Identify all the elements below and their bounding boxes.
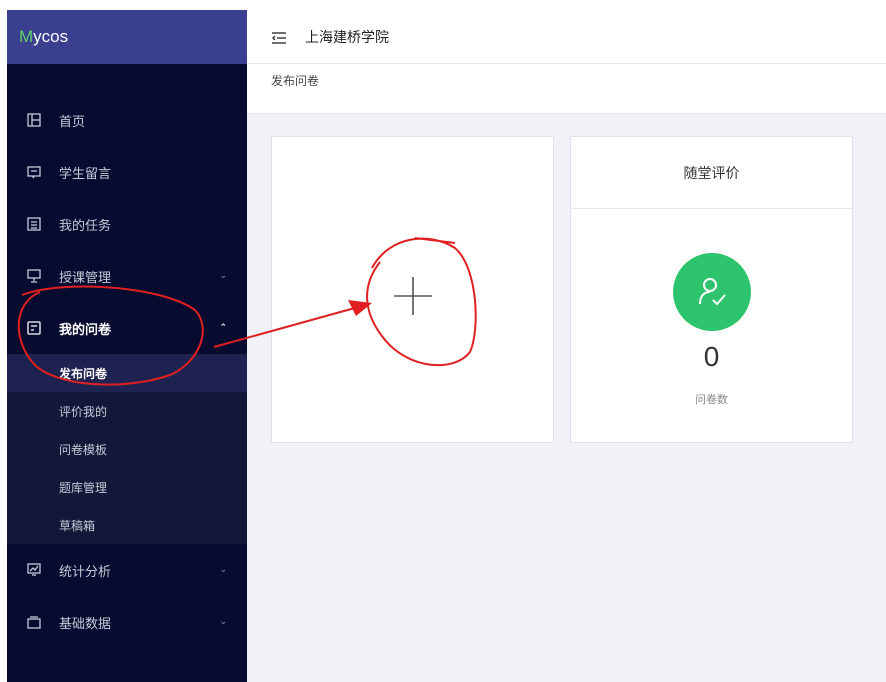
logo-letter-m: M [19, 27, 34, 46]
sidebar-item-label: 首页 [59, 114, 86, 130]
submenu-item-evaluate-me[interactable]: 评价我的 [7, 392, 247, 430]
chart-icon [27, 563, 41, 577]
main-content: 随堂评价 0 问卷数 [247, 114, 886, 682]
sidebar-item-label: 基础数据 [59, 616, 112, 632]
user-check-icon [673, 253, 751, 331]
sidebar-item-label: 学生留言 [59, 166, 112, 182]
survey-count: 0 [703, 341, 720, 372]
survey-submenu: 发布问卷 评价我的 问卷模板 题库管理 草稿箱 [7, 354, 247, 544]
submenu-item-question-bank[interactable]: 题库管理 [7, 468, 247, 506]
sidebar-item-label: 授课管理 [59, 270, 112, 286]
sidebar-item-statistics[interactable]: 统计分析 ⌄ [7, 544, 247, 596]
chevron-down-icon: ⌄ [219, 271, 227, 281]
sidebar: Mycos 首页 学生留言 我的任务 授课管理 ⌄ 我的问卷 ⌃ 发布问卷 评价… [7, 10, 247, 682]
breadcrumb-current: 发布问卷 [271, 74, 320, 88]
submenu-item-drafts[interactable]: 草稿箱 [7, 506, 247, 544]
top-header: 上海建桥学院 [247, 10, 886, 64]
sidebar-item-home[interactable]: 首页 [7, 94, 247, 146]
survey-count-label: 问卷数 [695, 393, 728, 406]
card-title: 随堂评价 [571, 137, 852, 209]
menu-collapse-icon[interactable] [271, 30, 287, 44]
logo-text: ycos [33, 27, 69, 46]
classroom-evaluation-card[interactable]: 随堂评价 0 问卷数 [570, 136, 853, 443]
sidebar-item-label: 统计分析 [59, 564, 112, 580]
presentation-icon [27, 269, 41, 283]
breadcrumb: 发布问卷 [247, 64, 886, 114]
layout-icon [27, 113, 41, 127]
add-survey-card[interactable] [271, 136, 554, 443]
calendar-icon [27, 217, 41, 231]
sidebar-item-label: 我的问卷 [59, 322, 112, 338]
sidebar-item-label: 我的任务 [59, 218, 112, 234]
school-name: 上海建桥学院 [305, 29, 389, 46]
sidebar-item-teaching[interactable]: 授课管理 ⌄ [7, 250, 247, 302]
message-icon [27, 165, 41, 179]
chevron-down-icon: ⌄ [219, 617, 227, 627]
plus-icon[interactable] [392, 275, 434, 317]
submenu-item-survey-templates[interactable]: 问卷模板 [7, 430, 247, 468]
sidebar-item-my-surveys[interactable]: 我的问卷 ⌃ [7, 302, 247, 354]
sidebar-item-tasks[interactable]: 我的任务 [7, 198, 247, 250]
sidebar-item-base-data[interactable]: 基础数据 ⌄ [7, 596, 247, 648]
database-icon [27, 615, 41, 629]
app-logo[interactable]: Mycos [7, 10, 247, 64]
survey-icon [27, 321, 41, 335]
chevron-down-icon: ⌄ [219, 565, 227, 575]
submenu-item-publish-survey[interactable]: 发布问卷 [7, 354, 247, 392]
sidebar-nav: 首页 学生留言 我的任务 授课管理 ⌄ 我的问卷 ⌃ 发布问卷 评价我的 问卷模… [7, 94, 247, 648]
chevron-up-icon: ⌃ [219, 323, 227, 333]
sidebar-item-messages[interactable]: 学生留言 [7, 146, 247, 198]
